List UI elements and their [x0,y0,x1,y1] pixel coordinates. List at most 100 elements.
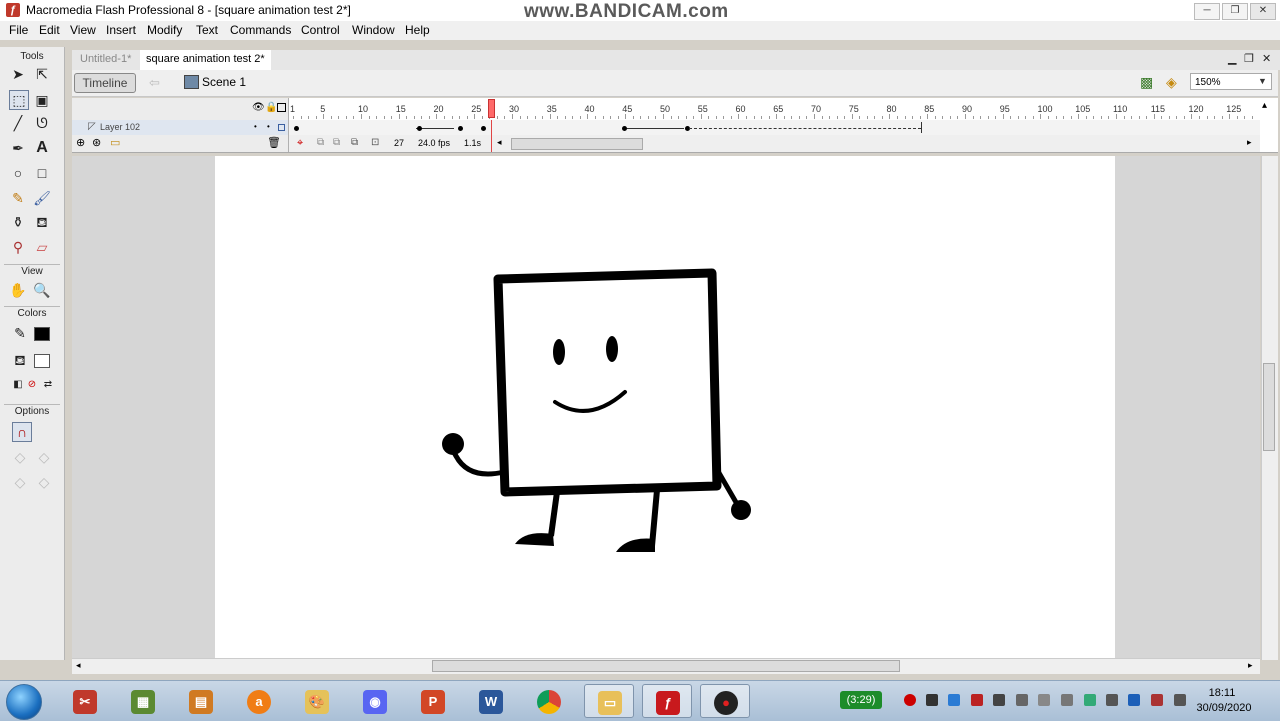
taskbar-explorer[interactable]: ▭ [584,684,634,718]
printer-icon[interactable] [1106,694,1118,706]
tab-untitled-1[interactable]: Untitled-1* [80,53,131,65]
menu-insert[interactable]: Insert [106,23,136,37]
snap-to-objects-icon[interactable]: ∩ [12,422,32,442]
onion-skin-outlines-icon[interactable]: ⧉ [333,137,340,148]
line-tool-icon[interactable]: ╱ [8,113,28,133]
taskbar-chrome[interactable] [524,684,574,718]
tray-app-icon[interactable] [1084,694,1096,706]
selection-tool-icon[interactable]: ➤ [8,64,28,84]
layer-row-header[interactable]: ◸ Layer 102 • • [72,120,288,135]
eraser-tool-icon[interactable]: ▱ [32,237,52,257]
layer-outline-box[interactable] [278,124,285,131]
tray-app-icon[interactable] [993,694,1005,706]
layer-visible-dot[interactable]: • [254,122,257,131]
tray-app-icon[interactable] [926,694,938,706]
edit-scene-icon[interactable]: ▩ [1140,74,1153,91]
minimize-button[interactable]: ─ [1194,3,1220,20]
start-button[interactable] [6,684,42,720]
timeline-toggle-button[interactable]: Timeline [74,73,136,93]
taskbar-paint[interactable]: 🎨 [292,684,342,718]
modify-onion-markers-icon[interactable]: ⊡ [371,137,379,148]
menu-commands[interactable]: Commands [230,23,291,37]
insert-layer-icon[interactable]: ⊕ [76,136,85,149]
doc-minimize-button[interactable]: ▁ [1228,52,1236,65]
pencil-tool-icon[interactable]: ✎ [8,188,28,208]
close-button[interactable]: ✕ [1250,3,1276,20]
subselection-tool-icon[interactable]: ⇱ [32,64,52,84]
clock-date[interactable]: 30/09/2020 [1192,702,1256,714]
menu-view[interactable]: View [70,23,96,37]
menu-edit[interactable]: Edit [39,23,60,37]
frame-rate[interactable]: 24.0 fps [418,138,450,148]
keyframe[interactable] [458,126,463,131]
keyframe[interactable] [481,126,486,131]
taskbar-flash[interactable]: ƒ [642,684,692,718]
edit-multiple-frames-icon[interactable]: ⧉ [351,137,358,148]
brush-tool-icon[interactable]: 🖌 [32,188,52,208]
ink-bottle-tool-icon[interactable]: ⚱ [8,212,28,232]
scroll-right-arrow-icon[interactable]: ▸ [1248,660,1253,671]
taskbar-word[interactable]: W [466,684,516,718]
menu-file[interactable]: File [9,23,28,37]
eye-icon[interactable]: 👁 [252,102,265,113]
taskbar-snipping-tool[interactable]: ✂ [60,684,110,718]
delete-layer-icon[interactable]: 🗑 [267,136,281,149]
taskbar-powerpoint[interactable]: P [408,684,458,718]
taskbar-minecraft[interactable]: ▦ [118,684,168,718]
layer-frames-row[interactable] [289,120,1260,136]
smooth-option-icon[interactable]: ◇ [10,447,30,467]
network-icon[interactable] [1061,694,1073,706]
timeline-scroll-up-icon[interactable]: ▴ [1262,100,1267,111]
tray-app-icon[interactable] [948,694,960,706]
lasso-tool-icon[interactable]: ᘎ [32,113,52,133]
recording-timer[interactable]: (3:29) [840,691,882,709]
pen-tool-icon[interactable]: ✒ [8,138,28,158]
stage[interactable] [215,156,1115,658]
straighten-option-icon[interactable]: ◇ [34,447,54,467]
lock-icon[interactable]: 🔒 [265,102,277,113]
timeline-hscroll-thumb[interactable] [511,138,643,150]
rotate-option-icon[interactable]: ◇ [10,472,30,492]
text-tool-icon[interactable]: A [32,138,52,158]
keyframe[interactable] [294,126,299,131]
battery-icon[interactable] [1016,694,1028,706]
taskbar-avast[interactable]: a [234,684,284,718]
fill-color-swatch[interactable] [34,354,50,368]
scroll-left-arrow-icon[interactable]: ◂ [76,660,81,671]
outline-icon[interactable] [277,103,286,112]
doc-close-button[interactable]: ✕ [1262,52,1271,65]
taskbar-file-manager[interactable]: ▤ [176,684,226,718]
doc-restore-button[interactable]: ❐ [1244,52,1254,65]
paint-bucket-tool-icon[interactable]: ⛾ [32,212,52,232]
record-icon[interactable] [904,694,916,706]
scroll-left-arrow-icon[interactable]: ◂ [497,137,502,148]
frame-ruler[interactable]: 1 5 10 15 20 25 30 35 40 45 50 55 60 65 70 75 80 85 90 95 10… [289,98,1260,121]
restore-button[interactable]: ❐ [1222,3,1248,20]
back-arrow-icon[interactable]: ⇦ [149,75,160,91]
edit-symbols-icon[interactable]: ◈ [1166,74,1177,91]
eyedropper-tool-icon[interactable]: ⚲ [8,237,28,257]
onion-skin-icon[interactable]: ⧉ [317,137,324,148]
bluetooth-icon[interactable] [1128,694,1140,706]
zoom-tool-icon[interactable]: 🔍 [32,280,52,300]
flag-icon[interactable] [1174,694,1186,706]
tray-app-icon[interactable] [1151,694,1163,706]
vertical-scroll-thumb[interactable] [1263,363,1275,451]
menu-window[interactable]: Window [352,23,395,37]
menu-help[interactable]: Help [405,23,430,37]
playhead[interactable] [488,99,495,118]
rectangle-tool-icon[interactable]: □ [32,163,52,183]
fill-transform-tool-icon[interactable]: ▣ [32,90,52,110]
tab-square-animation-test-2[interactable]: square animation test 2* [140,50,271,70]
scroll-right-arrow-icon[interactable]: ▸ [1247,137,1252,148]
menu-control[interactable]: Control [301,23,340,37]
hand-tool-icon[interactable]: ✋ [8,280,28,300]
volume-icon[interactable] [1038,694,1050,706]
clock-time[interactable]: 18:11 [1200,687,1244,699]
center-frame-icon[interactable]: ⌖ [297,137,303,150]
menu-text[interactable]: Text [196,23,218,37]
keyframe[interactable] [622,126,627,131]
keyframe[interactable] [417,126,422,131]
oval-tool-icon[interactable]: ○ [8,163,28,183]
square-character-drawing[interactable] [215,156,1115,658]
